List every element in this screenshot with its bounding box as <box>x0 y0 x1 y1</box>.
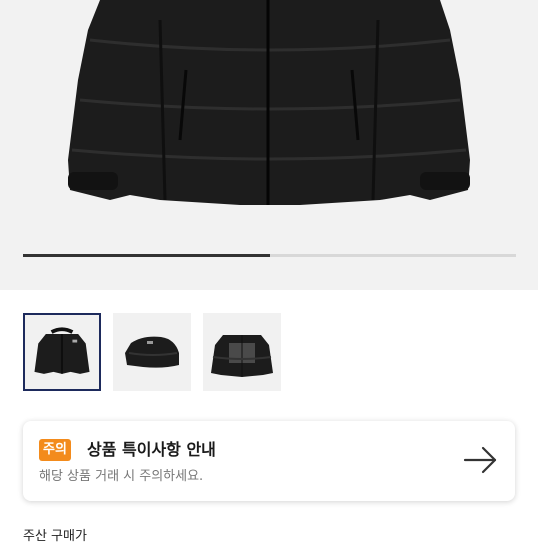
notice-subtitle: 해당 상품 거래 시 주의하세요. <box>39 469 204 484</box>
product-image[interactable] <box>0 0 538 290</box>
jacket-front-thumbnail <box>34 327 90 374</box>
section-heading: 주산 구매가 <box>23 529 87 544</box>
caution-badge: 주의 <box>39 439 71 461</box>
thumbnail-1[interactable] <box>23 313 101 391</box>
notice-title: 상품 특이사항 안내 <box>87 440 216 459</box>
arrow-right-icon[interactable] <box>463 445 499 475</box>
jacket-side-thumbnail <box>125 336 179 368</box>
image-progress-track <box>23 254 516 257</box>
thumbnail-strip <box>23 313 281 391</box>
thumbnail-2[interactable] <box>113 313 191 391</box>
thumbnail-3[interactable] <box>203 313 281 391</box>
jacket-image <box>68 0 470 205</box>
jacket-back-thumbnail <box>211 335 273 377</box>
image-progress-fill <box>23 254 270 257</box>
product-notice-card[interactable]: 주의 상품 특이사항 안내 해당 상품 거래 시 주의하세요. <box>23 421 515 501</box>
